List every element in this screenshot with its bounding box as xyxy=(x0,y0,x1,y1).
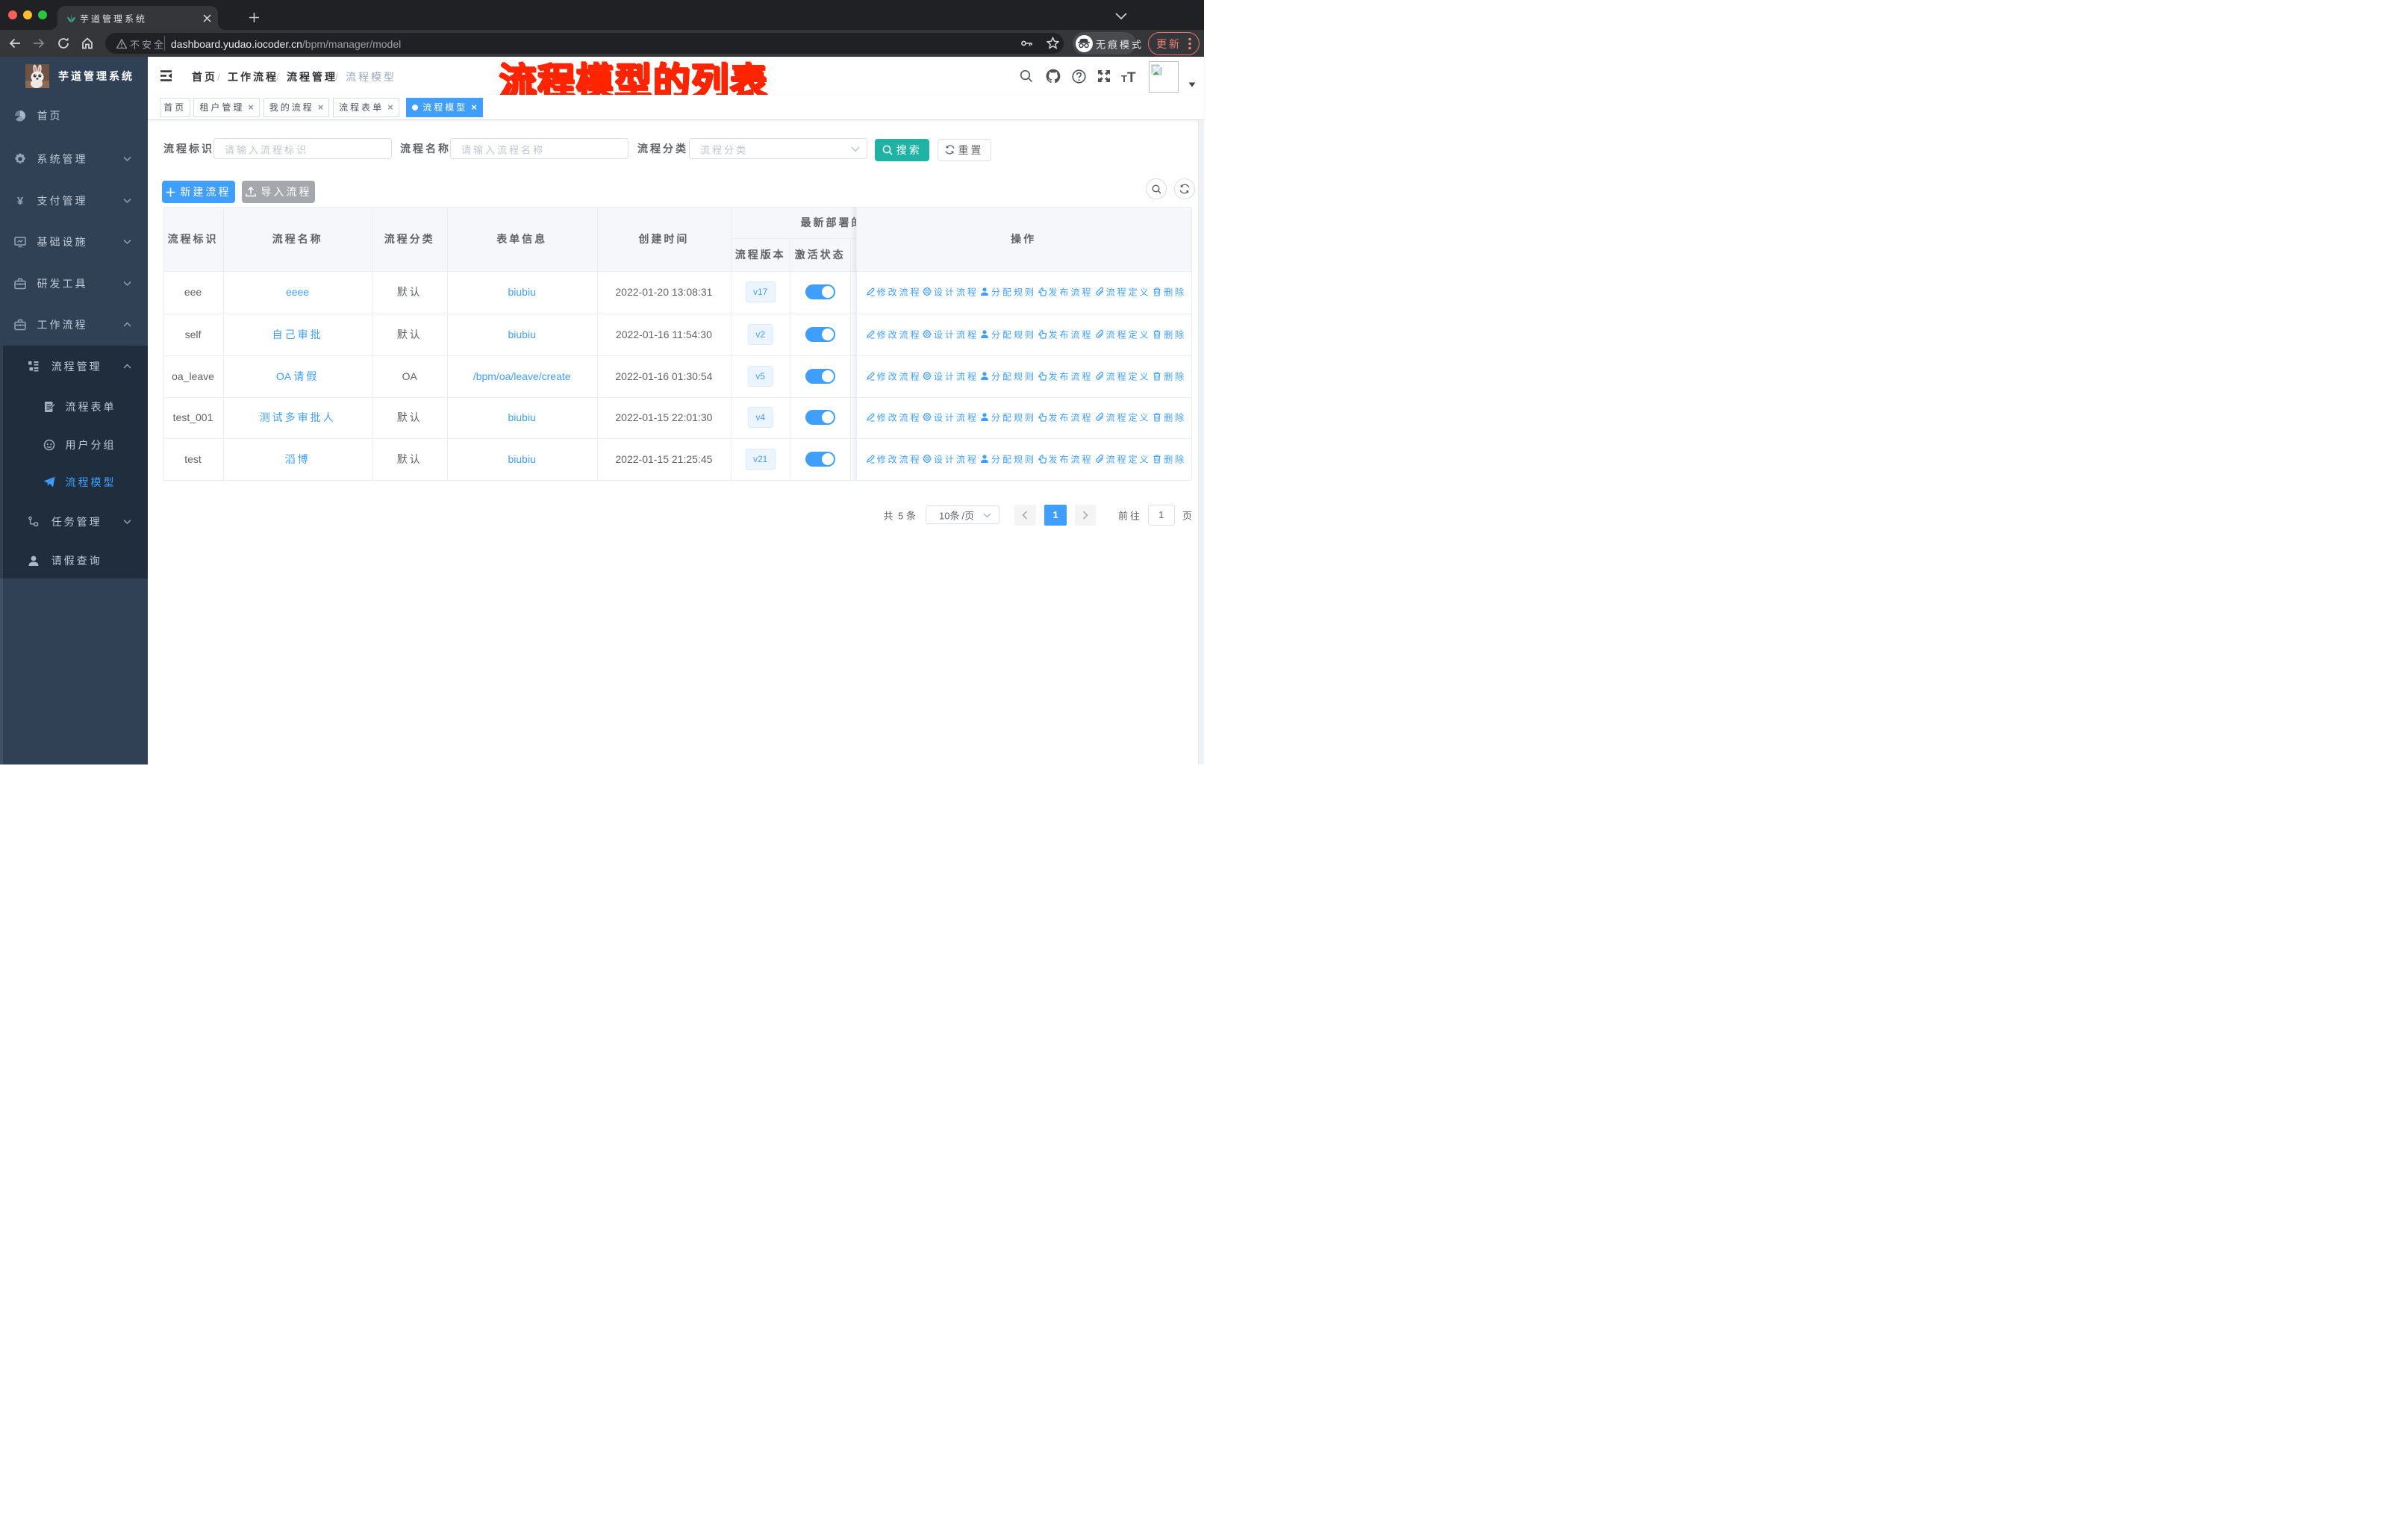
svg-text:T: T xyxy=(1121,73,1127,83)
svg-text:T: T xyxy=(1127,70,1136,83)
svg-text:¥: ¥ xyxy=(17,195,24,207)
